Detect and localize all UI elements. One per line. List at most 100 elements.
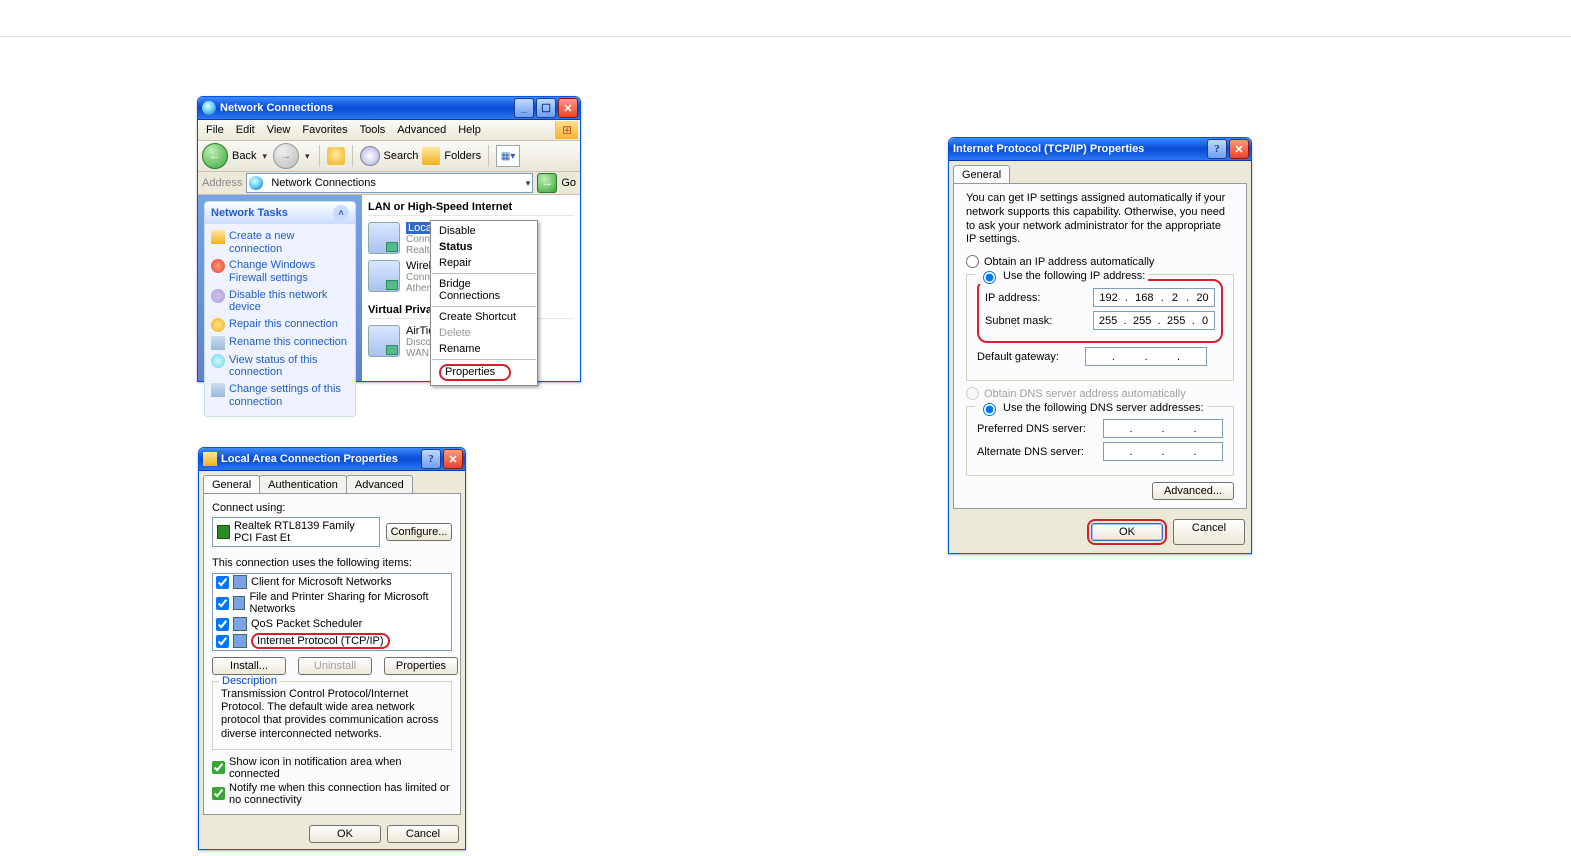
tab-page-general: You can get IP settings assigned automat… (953, 183, 1247, 509)
folders-icon[interactable] (422, 147, 440, 165)
collapse-icon[interactable]: ˄ (333, 205, 349, 221)
ctx-repair[interactable]: Repair (431, 255, 537, 271)
up-button[interactable] (327, 147, 345, 165)
adapter-field[interactable]: Realtek RTL8139 Family PCI Fast Et (212, 517, 380, 547)
ok-button[interactable]: OK (309, 825, 381, 843)
go-label[interactable]: Go (561, 177, 576, 189)
menu-favorites[interactable]: Favorites (296, 121, 353, 139)
page-divider (0, 36, 1571, 37)
chk-qos[interactable] (216, 618, 229, 631)
address-input[interactable]: Network Connections ▾ (246, 173, 533, 193)
ctx-properties[interactable]: Properties (431, 362, 537, 383)
install-button[interactable]: Install... (212, 657, 286, 675)
vpn-icon (368, 325, 400, 357)
menu-help[interactable]: Help (452, 121, 487, 139)
tab-general[interactable]: General (203, 475, 260, 493)
gateway-input[interactable]: . . . (1085, 347, 1207, 366)
network-connections-window: Network Connections _ ☐ ✕ File Edit View… (197, 96, 581, 382)
lac-properties-window: Local Area Connection Properties ? ✕ Gen… (198, 447, 466, 850)
back-label[interactable]: Back (232, 150, 256, 162)
chk-tcpip[interactable] (216, 635, 229, 648)
close-button[interactable]: ✕ (1229, 139, 1249, 159)
folders-label[interactable]: Folders (444, 150, 481, 162)
ctx-rename[interactable]: Rename (431, 341, 537, 357)
chk-client[interactable] (216, 576, 229, 589)
tcpip-properties-window: Internet Protocol (TCP/IP) Properties ? … (948, 137, 1252, 554)
titlebar[interactable]: Internet Protocol (TCP/IP) Properties ? … (949, 138, 1251, 161)
connect-using-label: Connect using: (212, 502, 452, 514)
description-title: Description (219, 675, 280, 687)
advanced-button[interactable]: Advanced... (1152, 482, 1234, 500)
tab-advanced[interactable]: Advanced (346, 475, 413, 493)
task-status[interactable]: View status of this connection (209, 352, 351, 381)
help-button[interactable]: ? (1207, 139, 1227, 159)
address-bar: Address Network Connections ▾ → Go (198, 172, 580, 195)
subnet-mask-input[interactable]: 255. 255. 255. 0 (1093, 311, 1215, 330)
ok-button[interactable]: OK (1091, 523, 1163, 541)
task-settings[interactable]: Change settings of this connection (209, 381, 351, 410)
search-icon[interactable] (360, 146, 380, 166)
chk-fps[interactable] (216, 597, 229, 610)
radio-use-ip[interactable] (983, 271, 996, 284)
configure-button[interactable]: Configure... (386, 523, 452, 541)
tasks-header[interactable]: Network Tasks ˄ (205, 202, 355, 224)
views-button[interactable]: ▦▾ (496, 145, 520, 167)
ctx-disable[interactable]: Disable (431, 223, 537, 239)
ip-address-label: IP address: (985, 292, 1093, 304)
forward-button[interactable]: → (273, 143, 299, 169)
go-button[interactable]: → (537, 173, 557, 193)
radio-use-dns[interactable] (983, 403, 996, 416)
search-label[interactable]: Search (384, 150, 419, 162)
ip-address-input[interactable]: 192. 168. 2. 20 (1093, 288, 1215, 307)
alt-dns-input[interactable]: ... (1103, 442, 1223, 461)
tab-page-general: Connect using: Realtek RTL8139 Family PC… (203, 493, 461, 815)
component-client[interactable]: Client for Microsoft Networks (213, 574, 451, 590)
back-dropdown[interactable]: ▾ (260, 151, 269, 162)
radio-auto-ip[interactable] (966, 255, 979, 268)
close-button[interactable]: ✕ (558, 98, 578, 118)
cancel-button[interactable]: Cancel (387, 825, 459, 843)
component-fps[interactable]: File and Printer Sharing for Microsoft N… (213, 590, 451, 616)
task-rename[interactable]: Rename this connection (209, 334, 351, 352)
window-title: Network Connections (220, 102, 514, 114)
tab-general[interactable]: General (953, 165, 1010, 183)
help-button[interactable]: ? (421, 449, 441, 469)
ctx-status[interactable]: Status (431, 239, 537, 255)
chk-show-icon[interactable] (212, 761, 225, 774)
qos-icon (233, 617, 247, 631)
components-list[interactable]: Client for Microsoft Networks File and P… (212, 573, 452, 651)
pref-dns-label: Preferred DNS server: (977, 423, 1103, 435)
connections-pane: LAN or High-Speed Internet Local Area Co… (362, 195, 580, 381)
context-menu: Disable Status Repair Bridge Connections… (430, 220, 538, 386)
titlebar[interactable]: Local Area Connection Properties ? ✕ (199, 448, 465, 471)
chk-notify[interactable] (212, 787, 225, 800)
task-firewall[interactable]: Change Windows Firewall settings (209, 257, 351, 286)
menu-tools[interactable]: Tools (354, 121, 392, 139)
task-repair[interactable]: Repair this connection (209, 316, 351, 334)
component-tcpip[interactable]: Internet Protocol (TCP/IP) (213, 632, 451, 650)
radio-auto-dns (966, 387, 979, 400)
menu-view[interactable]: View (261, 121, 297, 139)
minimize-button[interactable]: _ (514, 98, 534, 118)
menu-advanced[interactable]: Advanced (391, 121, 452, 139)
use-ip-label: Use the following IP address: (1003, 270, 1145, 282)
ctx-bridge[interactable]: Bridge Connections (431, 276, 537, 304)
maximize-button[interactable]: ☐ (536, 98, 556, 118)
pref-dns-input[interactable]: ... (1103, 419, 1223, 438)
titlebar[interactable]: Network Connections _ ☐ ✕ (198, 97, 580, 120)
task-disable[interactable]: Disable this network device (209, 287, 351, 316)
menu-file[interactable]: File (200, 121, 230, 139)
nic-icon (217, 525, 230, 539)
ctx-shortcut[interactable]: Create Shortcut (431, 309, 537, 325)
address-dropdown[interactable]: ▾ (526, 178, 531, 189)
cancel-button[interactable]: Cancel (1173, 519, 1245, 545)
tab-authentication[interactable]: Authentication (259, 475, 347, 493)
lac-icon (368, 222, 400, 254)
task-create[interactable]: Create a new connection (209, 228, 351, 257)
properties-button[interactable]: Properties (384, 657, 458, 675)
component-qos[interactable]: QoS Packet Scheduler (213, 616, 451, 632)
close-button[interactable]: ✕ (443, 449, 463, 469)
forward-dropdown[interactable]: ▾ (303, 151, 312, 162)
menu-edit[interactable]: Edit (230, 121, 261, 139)
back-button[interactable]: ← (202, 143, 228, 169)
